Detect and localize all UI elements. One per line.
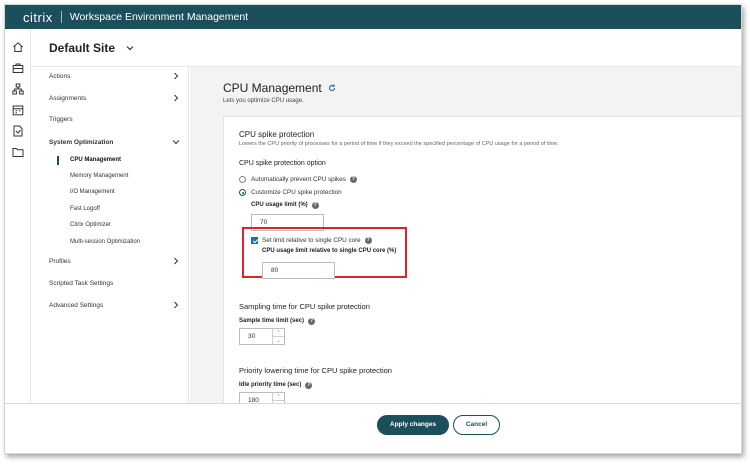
section-title-sampling: Sampling time for CPU spike protection — [239, 302, 370, 311]
idle-priority-stepper[interactable]: 180 ⌃⌄ — [239, 392, 285, 403]
network-icon[interactable] — [12, 83, 24, 95]
sidebar-item-system-optimization[interactable]: System Optimization — [49, 138, 180, 146]
section-title-spike: CPU spike protection — [239, 130, 315, 139]
radio-label: Customize CPU spike protection — [251, 189, 342, 196]
sidebar-item-advanced-settings[interactable]: Advanced Settings — [49, 301, 180, 309]
cancel-button[interactable]: Cancel — [453, 415, 500, 435]
info-icon[interactable]: ? — [311, 202, 319, 209]
home-icon[interactable] — [12, 41, 24, 53]
stepper-up-icon[interactable]: ⌃ — [273, 393, 284, 400]
sidebar-item-actions[interactable]: Actions — [49, 72, 180, 80]
icon-rail — [5, 29, 31, 453]
radio-customize[interactable]: Customize CPU spike protection — [239, 189, 342, 196]
sidebar-item-multisession[interactable]: Multi-session Optimization — [70, 239, 140, 245]
chevron-right-icon — [174, 72, 179, 80]
idle-priority-label: Idle priority time (sec)? — [239, 382, 313, 389]
active-indicator — [57, 156, 59, 165]
apply-changes-button[interactable]: Apply changes — [377, 415, 449, 435]
chevron-right-icon — [174, 94, 179, 102]
header-divider — [60, 11, 62, 23]
radio-auto-prevent[interactable]: Automatically prevent CPU spikes ? — [239, 176, 357, 183]
sidebar-item-cpu-management[interactable]: CPU Management — [70, 157, 121, 163]
page-subtitle: Lets you optimize CPU usage. — [223, 98, 304, 104]
sidebar-item-fast-logoff[interactable]: Fast Logoff — [70, 206, 100, 212]
single-core-input[interactable]: 80 — [262, 262, 335, 279]
sidebar-item-label: Actions — [49, 72, 71, 80]
checkbox-label: Set limit relative to single CPU core — [262, 237, 361, 244]
site-selector[interactable]: Default Site — [31, 29, 741, 67]
stepper-up-icon[interactable]: ⌃ — [273, 329, 284, 336]
top-bar: citrix Workspace Environment Management — [5, 5, 741, 29]
chevron-down-icon — [172, 140, 180, 145]
app-window: citrix Workspace Environment Management … — [4, 4, 742, 454]
usage-limit-label: CPU usage limit (%)? — [251, 202, 319, 209]
stepper-value[interactable]: 180 — [240, 393, 272, 403]
brand-logo: citrix — [23, 9, 53, 25]
sidebar-item-label: Profiles — [49, 257, 71, 265]
chevron-right-icon — [174, 257, 179, 265]
sidebar-item-label: System Optimization — [49, 138, 114, 146]
product-name: Workspace Environment Management — [69, 11, 249, 23]
site-name: Default Site — [49, 40, 116, 55]
checkbox-checked[interactable] — [251, 237, 258, 244]
chevron-right-icon — [174, 301, 179, 309]
report-icon[interactable] — [12, 125, 24, 137]
single-core-checkbox-row[interactable]: Set limit relative to single CPU core ? — [251, 237, 372, 244]
folder-icon[interactable] — [12, 146, 24, 158]
info-icon[interactable]: ? — [308, 318, 316, 325]
radio-button[interactable] — [239, 176, 246, 183]
sidebar-item-label: Assignments — [49, 94, 87, 102]
footer-bar: Apply changes Cancel — [5, 403, 741, 453]
page-title-text: CPU Management — [223, 81, 322, 95]
briefcase-icon[interactable] — [12, 62, 24, 74]
sample-time-label-text: Sample time limit (sec) — [239, 318, 305, 324]
single-core-field-label: CPU usage limit relative to single CPU c… — [262, 248, 397, 254]
stepper-down-icon[interactable]: ⌄ — [273, 336, 284, 344]
stepper-value[interactable]: 30 — [240, 329, 272, 344]
sample-time-stepper[interactable]: 30 ⌃ ⌄ — [239, 328, 285, 345]
sidebar-item-io-management[interactable]: I/O Management — [70, 189, 115, 195]
main-content: CPU Management Lets you optimize CPU usa… — [190, 67, 741, 403]
sidebar-item-assignments[interactable]: Assignments — [49, 94, 180, 102]
page-title: CPU Management — [223, 81, 336, 95]
info-icon[interactable]: ? — [305, 382, 313, 389]
radio-button-selected[interactable] — [239, 189, 246, 196]
sample-time-label: Sample time limit (sec)? — [239, 318, 316, 325]
sidebar-item-citrix-optimizer[interactable]: Citrix Optimizer — [70, 222, 111, 228]
section-title-priority: Priority lowering time for CPU spike pro… — [239, 366, 392, 375]
usage-limit-label-text: CPU usage limit (%) — [251, 202, 308, 208]
chevron-down-icon — [126, 45, 134, 50]
sidebar-nav: Actions Assignments Triggers System Opti… — [31, 67, 189, 403]
info-icon[interactable]: ? — [349, 176, 357, 183]
sidebar-item-scripted-task-settings[interactable]: Scripted Task Settings — [49, 280, 180, 287]
option-title: CPU spike protection option — [239, 160, 326, 167]
sidebar-item-label: Scripted Task Settings — [49, 280, 114, 287]
radio-label: Automatically prevent CPU spikes — [251, 176, 346, 183]
idle-priority-label-text: Idle priority time (sec) — [239, 382, 302, 388]
sidebar-item-label: Advanced Settings — [49, 301, 104, 309]
info-icon[interactable]: ? — [364, 237, 372, 244]
calendar-icon[interactable] — [12, 104, 24, 116]
sidebar-item-memory-management[interactable]: Memory Management — [70, 173, 128, 179]
sidebar-item-profiles[interactable]: Profiles — [49, 257, 180, 265]
settings-card: CPU spike protection Lowers the CPU prio… — [223, 116, 741, 403]
sidebar-item-triggers[interactable]: Triggers — [49, 116, 180, 123]
sidebar-item-label: Triggers — [49, 116, 73, 123]
refresh-icon[interactable] — [328, 84, 336, 92]
section-desc-spike: Lowers the CPU priority of processes for… — [239, 141, 559, 147]
